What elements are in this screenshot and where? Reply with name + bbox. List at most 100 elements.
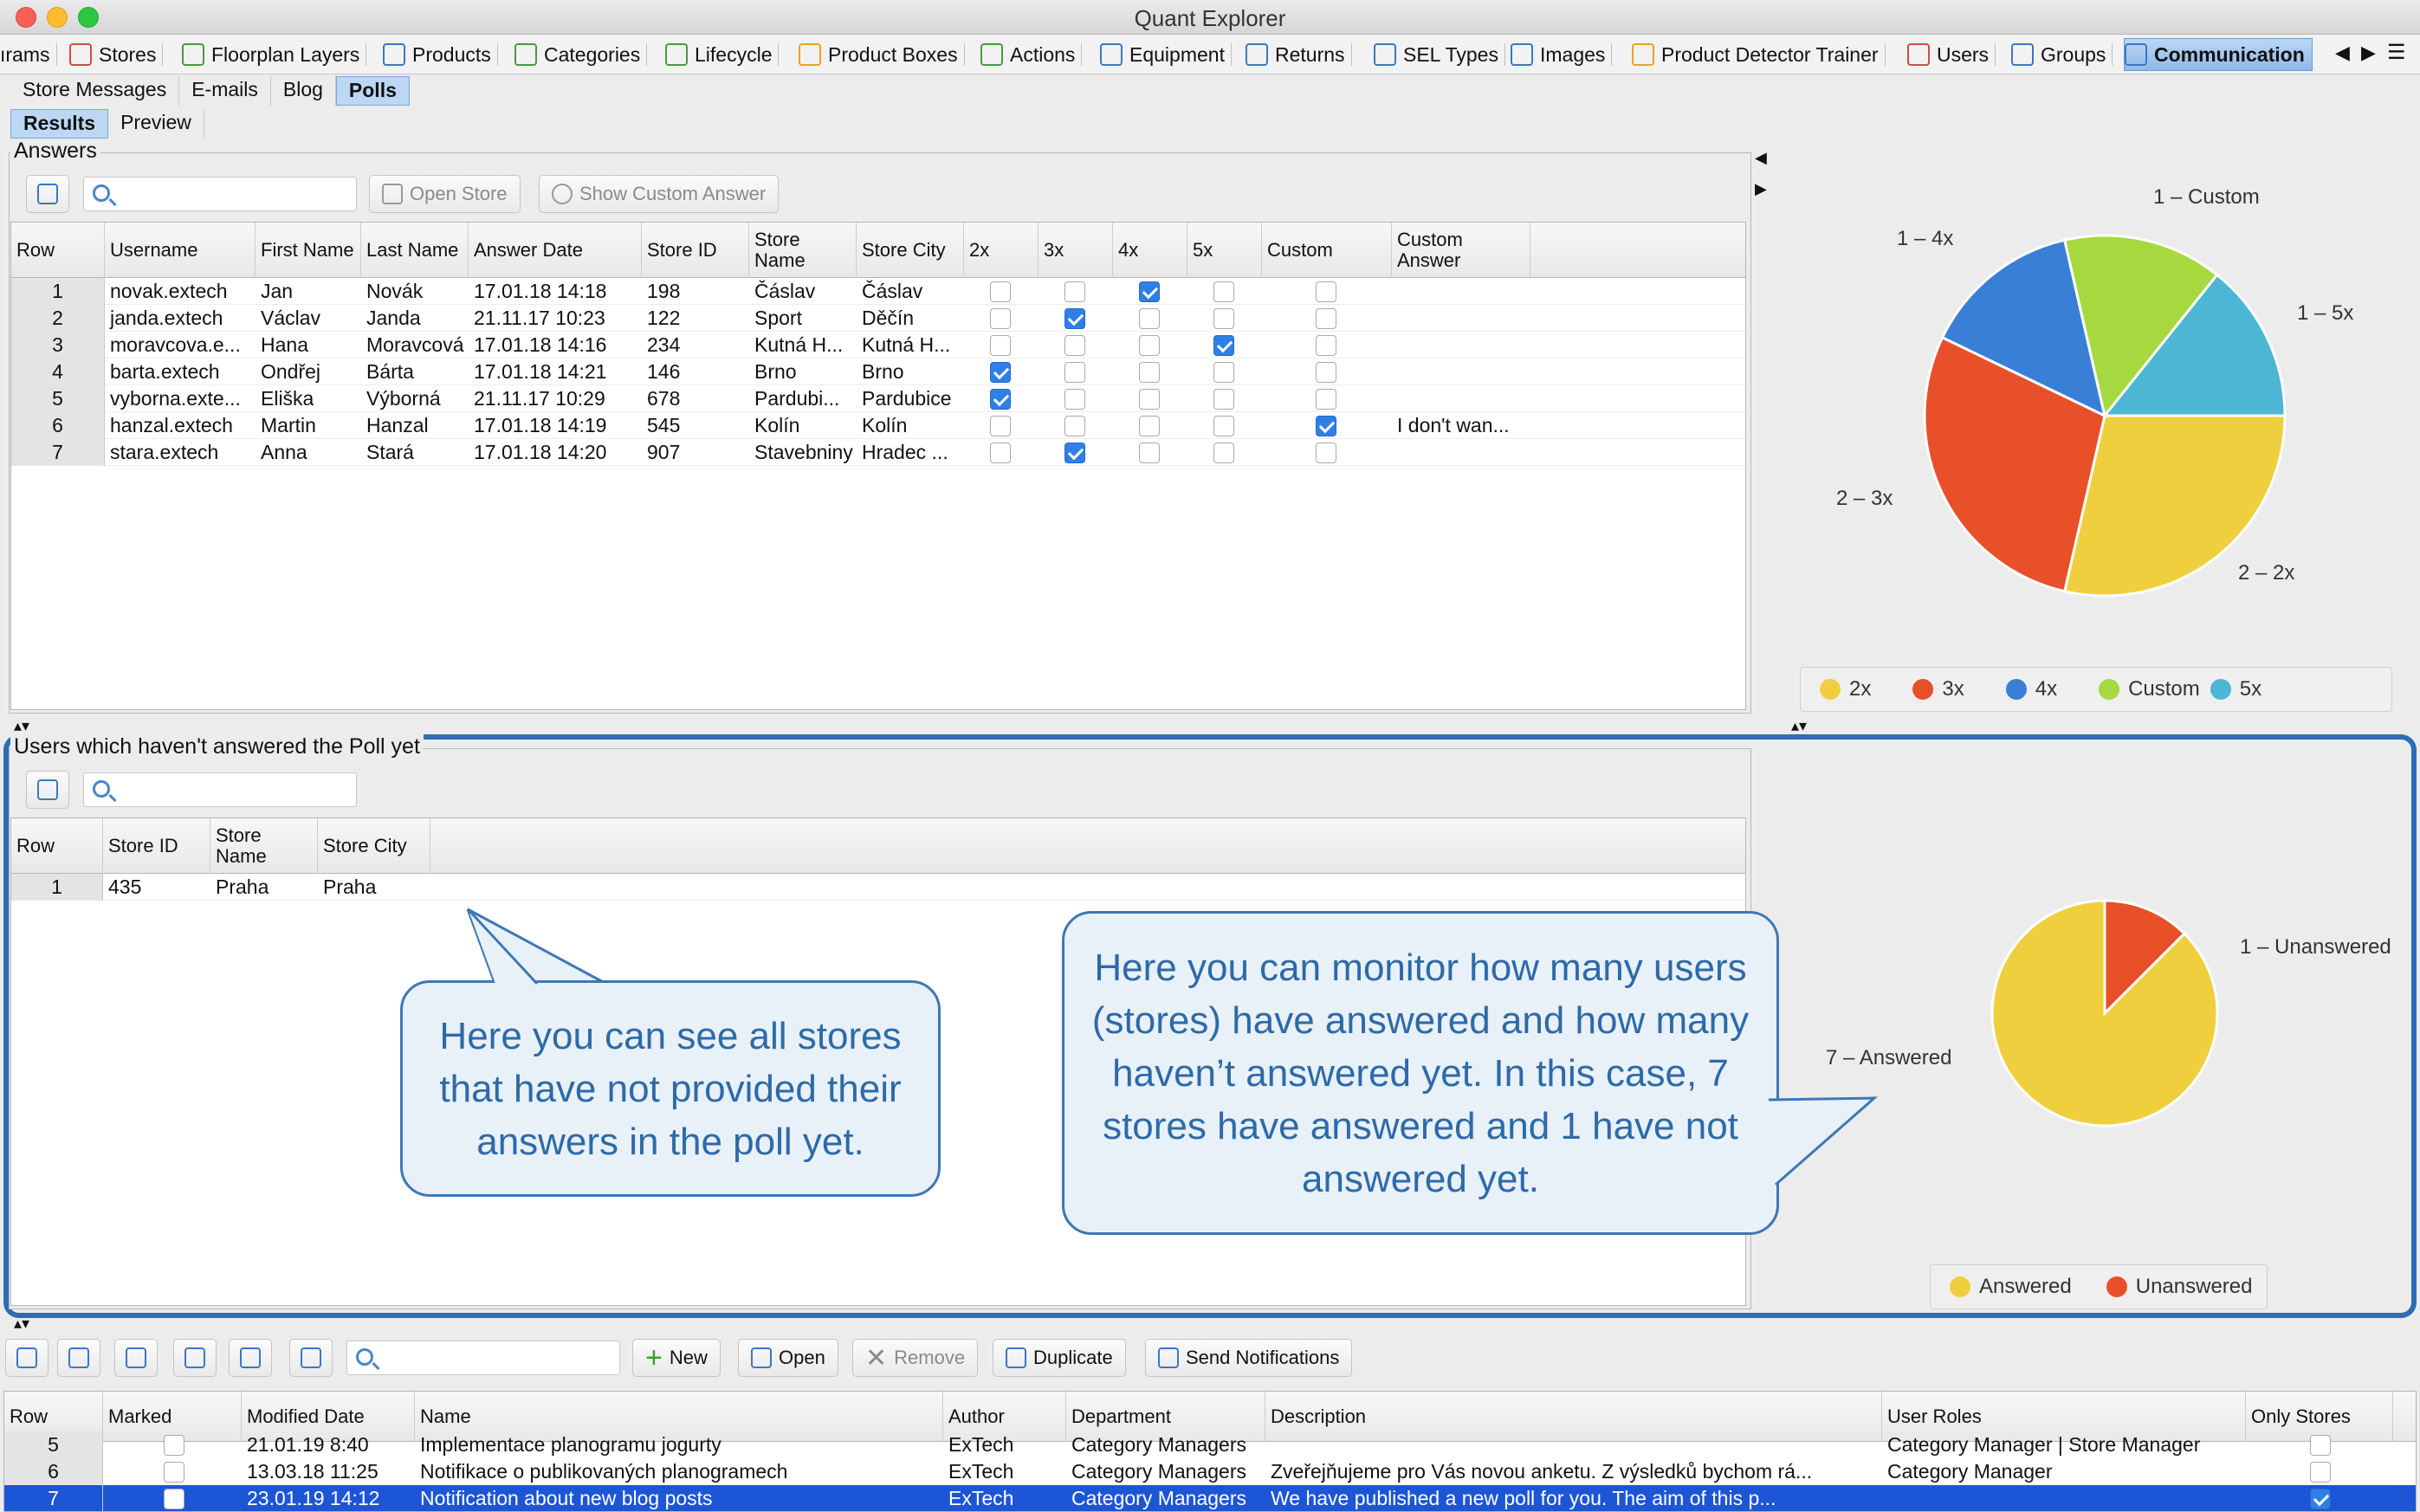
tab-product-detector-trainer[interactable]: Product Detector Trainer: [1632, 38, 1886, 71]
table-row[interactable]: 2 janda.extech Václav Janda 21.11.17 10:23 12…: [11, 305, 1745, 332]
col-row[interactable]: Row: [11, 223, 105, 278]
table-row[interactable]: 6 hanzal.extech Martin Hanzal 17.01.18 14:19…: [11, 412, 1745, 439]
checkbox-c2[interactable]: [990, 443, 1011, 463]
tab-scroll-right-icon[interactable]: ▶: [2361, 42, 2376, 64]
checkbox-c4[interactable]: [1139, 281, 1160, 302]
unanswered-export-button[interactable]: [26, 771, 69, 809]
checkbox-only-stores[interactable]: [2310, 1489, 2331, 1509]
table-row[interactable]: 5 21.01.19 8:40 Implementace planogramu jo…: [4, 1431, 2416, 1458]
checkbox-c3[interactable]: [1064, 416, 1085, 436]
checkbox-c3[interactable]: [1064, 281, 1085, 302]
checkbox-c4[interactable]: [1139, 362, 1160, 383]
col-store-name[interactable]: Store Name: [749, 223, 857, 278]
tab-diagrams[interactable]: ırams: [0, 38, 57, 71]
table-row[interactable]: 3 moravcova.e... Hana Moravcová 17.01.18 14:…: [11, 332, 1745, 359]
table-row[interactable]: 1 novak.extech Jan Novák 17.01.18 14:18 198 Čá…: [11, 278, 1745, 305]
checkbox-c4[interactable]: [1139, 308, 1160, 329]
checkbox-custom[interactable]: [1316, 389, 1336, 410]
copy-button[interactable]: [57, 1339, 100, 1377]
checkbox-marked[interactable]: [164, 1489, 184, 1509]
checkbox-c3[interactable]: [1064, 362, 1085, 383]
checkbox-custom[interactable]: [1316, 443, 1336, 463]
mark-button[interactable]: [173, 1339, 217, 1377]
collapse-right-arrow-icon[interactable]: ▶: [1755, 180, 1767, 198]
table-row[interactable]: 1 435 Praha Praha: [11, 874, 1745, 901]
col-store-city[interactable]: Store City: [857, 223, 964, 278]
col-4x[interactable]: 4x: [1113, 223, 1187, 278]
checkbox-c2[interactable]: [990, 335, 1011, 356]
checkbox-c5[interactable]: [1213, 335, 1234, 356]
subtab-preview[interactable]: Preview: [108, 109, 204, 139]
col-username[interactable]: Username: [105, 223, 256, 278]
checkbox-c4[interactable]: [1139, 389, 1160, 410]
remove-button[interactable]: ✕ Remove: [852, 1339, 979, 1377]
table-row[interactable]: 7 23.01.19 14:12 Notification about new bl…: [4, 1485, 2416, 1511]
tab-stores[interactable]: Stores: [69, 38, 164, 71]
send-notifications-button[interactable]: Send Notifications: [1145, 1339, 1353, 1377]
tab-sel-types[interactable]: SEL Types: [1374, 38, 1505, 71]
subtab-store-messages[interactable]: Store Messages: [10, 76, 180, 106]
subtab-polls[interactable]: Polls: [335, 76, 410, 106]
table-row[interactable]: 5 vyborna.exte... Eliška Výborná 21.11.17 10…: [11, 385, 1745, 412]
tab-actions[interactable]: Actions: [980, 38, 1083, 71]
checkbox-only-stores[interactable]: [2310, 1462, 2331, 1483]
checkbox-custom[interactable]: [1316, 281, 1336, 302]
checkbox-c5[interactable]: [1213, 362, 1234, 383]
col-store-id[interactable]: Store ID: [642, 223, 749, 278]
subtab-blog[interactable]: Blog: [271, 76, 336, 106]
checkbox-c3[interactable]: [1064, 308, 1085, 329]
col-3x[interactable]: 3x: [1039, 223, 1113, 278]
checkbox-custom[interactable]: [1316, 416, 1336, 436]
checkbox-c4[interactable]: [1139, 443, 1160, 463]
checkbox-c3[interactable]: [1064, 443, 1085, 463]
tab-equipment[interactable]: Equipment: [1100, 38, 1232, 71]
checkbox-c5[interactable]: [1213, 308, 1234, 329]
col-store-id[interactable]: Store ID: [103, 818, 210, 874]
tab-users[interactable]: Users: [1907, 38, 1996, 71]
unanswered-search-input[interactable]: [83, 772, 357, 807]
export-button[interactable]: [26, 175, 69, 213]
col-custom[interactable]: Custom: [1262, 223, 1392, 278]
checkbox-c5[interactable]: [1213, 416, 1234, 436]
col-last-name[interactable]: Last Name: [361, 223, 469, 278]
col-custom-answer[interactable]: Custom Answer: [1392, 223, 1530, 278]
checkbox-c2[interactable]: [990, 281, 1011, 302]
show-custom-answer-button[interactable]: Show Custom Answer: [539, 175, 780, 213]
list-view-button[interactable]: [229, 1339, 272, 1377]
polls-search-input[interactable]: [346, 1341, 620, 1375]
col-first-name[interactable]: First Name: [256, 223, 361, 278]
tab-product-boxes[interactable]: Product Boxes: [799, 38, 965, 71]
col-store-city[interactable]: Store City: [318, 818, 430, 874]
tab-floorplan-layers[interactable]: Floorplan Layers: [182, 38, 367, 71]
tab-categories[interactable]: Categories: [514, 38, 648, 71]
tab-lifecycle[interactable]: Lifecycle: [665, 38, 780, 71]
col-store-name[interactable]: Store Name: [210, 818, 318, 874]
checkbox-custom[interactable]: [1316, 335, 1336, 356]
splitter-bottom-arrows-icon[interactable]: ▴▾: [14, 1315, 29, 1333]
new-button[interactable]: + New: [632, 1339, 721, 1377]
answers-search-input[interactable]: [83, 177, 357, 211]
col-answer-date[interactable]: Answer Date: [469, 223, 642, 278]
checkbox-c2[interactable]: [990, 362, 1011, 383]
checkbox-c5[interactable]: [1213, 389, 1234, 410]
open-button[interactable]: Open: [738, 1339, 838, 1377]
table-row[interactable]: 4 barta.extech Ondřej Bárta 17.01.18 14:21 14…: [11, 359, 1745, 385]
checkbox-only-stores[interactable]: [2310, 1435, 2331, 1456]
table-row[interactable]: 7 stara.extech Anna Stará 17.01.18 14:20 907 S…: [11, 439, 1745, 466]
collapse-left-arrow-icon[interactable]: ◀: [1755, 149, 1767, 167]
tab-groups[interactable]: Groups: [2011, 38, 2113, 71]
checkbox-custom[interactable]: [1316, 362, 1336, 383]
checkbox-marked[interactable]: [164, 1462, 184, 1483]
tab-communication[interactable]: Communication: [2124, 38, 2313, 71]
checkbox-c2[interactable]: [990, 389, 1011, 410]
checkbox-c2[interactable]: [990, 416, 1011, 436]
check-all-button[interactable]: [5, 1339, 49, 1377]
table-row[interactable]: 6 13.03.18 11:25 Notifikace o publikovanýc…: [4, 1458, 2416, 1485]
checkbox-c2[interactable]: [990, 308, 1011, 329]
checkbox-c4[interactable]: [1139, 416, 1160, 436]
checkbox-c5[interactable]: [1213, 443, 1234, 463]
checkbox-c4[interactable]: [1139, 335, 1160, 356]
col-5x[interactable]: 5x: [1187, 223, 1262, 278]
splitter-arrows-right-icon[interactable]: ▴▾: [1791, 717, 1807, 735]
col-row[interactable]: Row: [11, 818, 103, 874]
